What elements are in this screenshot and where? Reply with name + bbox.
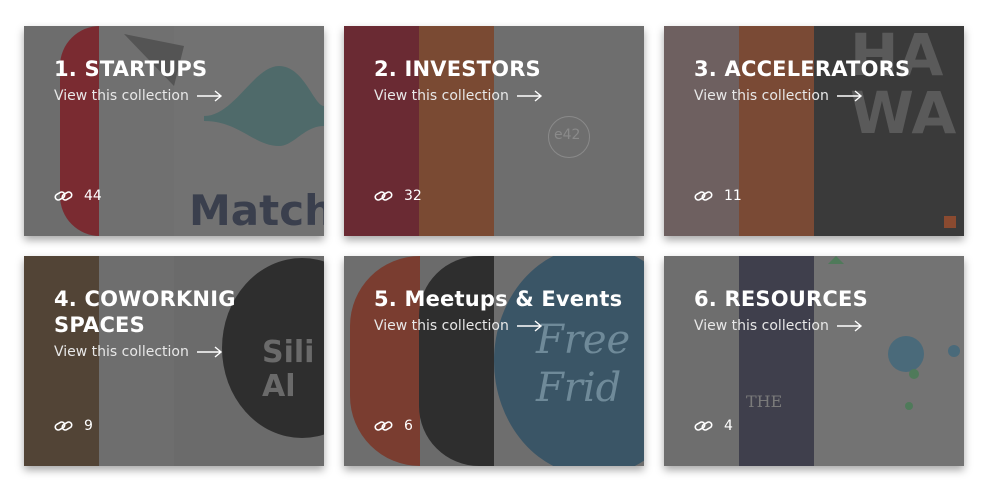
collection-card-accelerators[interactable]: HA WA 3. ACCELERATORS View this collecti…	[664, 26, 964, 236]
collection-count: 4	[694, 418, 733, 434]
view-collection-link[interactable]: View this collection	[54, 88, 304, 104]
view-collection-link[interactable]: View this collection	[694, 318, 944, 334]
view-collection-link[interactable]: View this collection	[374, 318, 624, 334]
collection-card-startups[interactable]: Match 1. STARTUPS View this collection 4…	[24, 26, 324, 236]
view-collection-link[interactable]: View this collection	[54, 344, 304, 360]
arrow-right-icon	[196, 90, 222, 102]
card-decoration-text: e42	[554, 127, 581, 143]
arrow-right-icon	[196, 346, 222, 358]
card-decoration-text: THE	[746, 392, 783, 411]
view-collection-label: View this collection	[694, 88, 829, 104]
collection-card-investors[interactable]: e42 2. INVESTORS View this collection 32	[344, 26, 644, 236]
arrow-right-icon	[836, 90, 862, 102]
view-collection-label: View this collection	[694, 318, 829, 334]
card-title: 6. RESOURCES	[694, 287, 868, 311]
collection-count: 11	[694, 188, 742, 204]
arrow-right-icon	[516, 320, 542, 332]
collection-count: 44	[54, 188, 102, 204]
count-value: 11	[724, 188, 742, 204]
count-value: 32	[404, 188, 422, 204]
count-value: 6	[404, 418, 413, 434]
link-icon	[694, 191, 713, 201]
collection-card-coworking-spaces[interactable]: Sili Al 4. COWORKNIG SPACES View this co…	[24, 256, 324, 466]
arrow-right-icon	[836, 320, 862, 332]
collection-card-meetups-events[interactable]: Free Frid 5. Meetups & Events View this …	[344, 256, 644, 466]
view-collection-label: View this collection	[54, 344, 189, 360]
view-collection-link[interactable]: View this collection	[374, 88, 624, 104]
card-title: 5. Meetups & Events	[374, 287, 623, 311]
link-icon	[54, 421, 73, 431]
view-collection-label: View this collection	[374, 88, 509, 104]
card-decoration-text: Match	[189, 186, 324, 235]
card-title: 1. STARTUPS	[54, 57, 208, 81]
link-icon	[374, 421, 393, 431]
link-icon	[374, 191, 393, 201]
view-collection-label: View this collection	[54, 88, 189, 104]
card-title: 2. INVESTORS	[374, 57, 541, 81]
link-icon	[54, 191, 73, 201]
count-value: 9	[84, 418, 93, 434]
arrow-right-icon	[516, 90, 542, 102]
link-icon	[694, 421, 713, 431]
view-collection-label: View this collection	[374, 318, 509, 334]
collection-count: 6	[374, 418, 413, 434]
card-title: 4. COWORKNIG SPACES	[54, 287, 236, 337]
count-value: 4	[724, 418, 733, 434]
card-title: 3. ACCELERATORS	[694, 57, 911, 81]
collection-card-resources[interactable]: THE 6. RESOURCES View this collection 4	[664, 256, 964, 466]
view-collection-link[interactable]: View this collection	[694, 88, 944, 104]
collection-count: 32	[374, 188, 422, 204]
count-value: 44	[84, 188, 102, 204]
collection-count: 9	[54, 418, 93, 434]
accent-square	[944, 216, 956, 228]
